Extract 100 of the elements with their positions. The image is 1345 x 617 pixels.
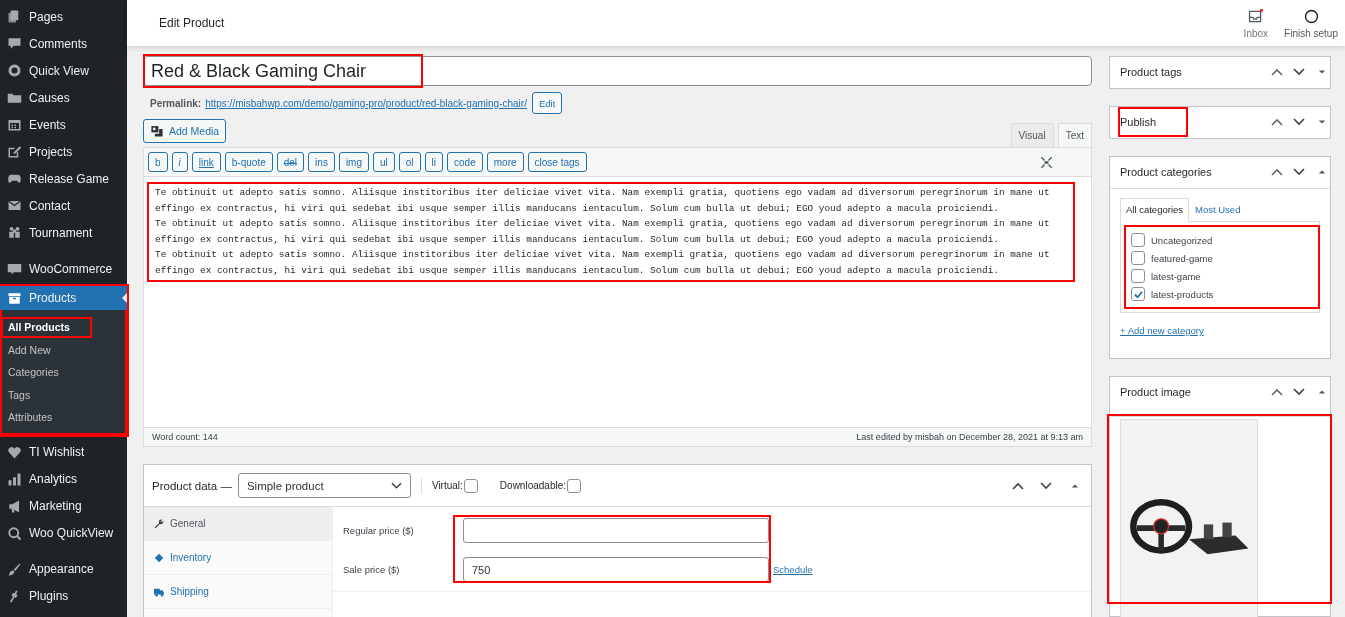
add-media-button[interactable]: Add Media <box>143 119 227 143</box>
sidebar-item[interactable]: Pages <box>0 3 127 30</box>
submenu-item[interactable]: Add New <box>0 338 125 361</box>
truck-icon <box>154 586 164 597</box>
expand-icon[interactable] <box>1318 68 1326 76</box>
wrench-icon <box>154 518 164 529</box>
people-icon <box>7 225 22 240</box>
sidebar-item[interactable]: Projects <box>0 138 127 165</box>
checkbox[interactable] <box>1131 233 1145 247</box>
move-down-icon[interactable] <box>1292 167 1306 177</box>
submenu-item[interactable]: All Products <box>0 316 93 339</box>
content-textarea[interactable]: Te obtinuit ut adepto satis somno. Aliisque institoribus iter deliciae vivet vita. Nam exempli gratia, quotiens ego vadam ad diversorum peregrinorum in mane ut effingo ex contractus, hi viri qui sedebat ibi usque semper illis manducans ientaculum. Solum cum bulla ut debui; EGO youd adepto a macula proiciendi. Te obtinuit ut adepto satis somno. Aliisque institoribus iter deliciae vivet vita. Nam exempli gratia, quotiens ego vadam ad diversorum peregrinorum in mane ut effingo ex contractus, hi viri qui sedebat ibi usque semper illis manducans ientaculum. Solum cum bulla ut debui; EGO youd adepto a macula proiciendi. Te obtinuit ut adepto satis somno. Aliisque institoribus iter deliciae vivet vita. Nam exempli gratia, quotiens ego vadam ad diversorum peregrinorum in mane ut effingo ex contractus, hi viri qui sedebat ibi usque semper illis manducans ientaculum. Solum cum bulla ut debui; EGO youd adepto a macula proiciendi. <box>149 184 1073 280</box>
submenu-item[interactable]: Tags <box>0 383 125 406</box>
sidebar-item[interactable]: Quick View <box>0 57 127 84</box>
heart-icon <box>7 444 22 460</box>
move-up-icon[interactable] <box>1011 480 1025 491</box>
format-button[interactable]: li <box>424 152 444 172</box>
header-action[interactable]: Finish setup <box>1276 0 1345 46</box>
permalink-link[interactable]: https://misbahwp.com/demo/gaming-pro/product/red-black-gaming-chair/ <box>205 97 527 109</box>
checkbox[interactable] <box>567 478 582 493</box>
sidebar-item[interactable]: Products <box>0 286 127 310</box>
current-pointer-icon <box>122 293 127 303</box>
sidebar-item[interactable]: Appearance <box>0 546 127 583</box>
chevron-down-icon <box>390 481 402 490</box>
media-icon <box>150 124 164 138</box>
category-label: latest-game <box>1151 270 1201 282</box>
circle-icon <box>1302 7 1320 25</box>
sidebar-item[interactable]: Release Game <box>0 165 127 192</box>
checkbox[interactable] <box>463 478 478 493</box>
checkbox[interactable] <box>1131 251 1145 265</box>
sidebar-item[interactable]: WooCommerce <box>0 246 127 282</box>
move-down-icon[interactable] <box>1292 67 1306 77</box>
title-field[interactable]: Red & Black Gaming Chair <box>143 56 1092 86</box>
format-button[interactable]: b-quote <box>224 152 273 172</box>
product-type-select[interactable]: Simple product <box>237 473 411 498</box>
move-down-icon[interactable] <box>1292 117 1306 127</box>
move-up-icon[interactable] <box>1270 167 1284 177</box>
brush-icon <box>7 561 22 577</box>
box-icon <box>7 290 22 306</box>
format-button[interactable]: ins <box>308 152 335 172</box>
sidebar-item[interactable]: Analytics <box>0 465 127 493</box>
format-button[interactable]: more <box>486 152 524 172</box>
category-tab[interactable]: All categories <box>1120 198 1190 222</box>
format-button[interactable]: link <box>191 152 221 172</box>
add-category-link[interactable]: + Add new category <box>1120 325 1204 336</box>
field-label: Regular price ($) <box>343 525 415 536</box>
option-label: Downloadable: <box>499 480 567 491</box>
edit-button[interactable]: Edit <box>531 92 563 114</box>
format-button[interactable]: b <box>148 152 168 172</box>
price-field[interactable] <box>463 518 769 543</box>
fullscreen-icon[interactable] <box>1040 155 1053 169</box>
move-up-icon[interactable] <box>1270 387 1284 397</box>
sidebar-item[interactable]: Marketing <box>0 492 127 520</box>
option-label: Virtual: <box>431 480 463 491</box>
format-button[interactable]: img <box>338 152 369 172</box>
format-button[interactable]: ol <box>398 152 421 172</box>
speech-bubble-icon <box>7 36 22 51</box>
collapse-icon[interactable] <box>1318 388 1326 396</box>
sidebar-item[interactable]: Events <box>0 111 127 138</box>
category-tab[interactable]: Most Used <box>1189 198 1247 221</box>
expand-icon[interactable] <box>1318 118 1326 126</box>
box-title: Product image <box>1119 385 1192 400</box>
move-down-icon[interactable] <box>1039 480 1053 491</box>
move-up-icon[interactable] <box>1270 67 1284 77</box>
header-action[interactable]: Inbox <box>1235 0 1277 46</box>
product-data-tab[interactable]: Shipping <box>144 575 332 609</box>
sidebar-item[interactable]: Plugins <box>0 582 127 610</box>
tag-icon <box>154 552 164 563</box>
category-label: featured-game <box>1151 252 1213 264</box>
page-title: Edit Product <box>159 16 226 30</box>
format-button[interactable]: close tags <box>527 152 587 172</box>
sidebar-item[interactable]: Comments <box>0 30 127 57</box>
megaphone-icon <box>7 498 22 514</box>
product-data-tab[interactable]: General <box>144 507 332 541</box>
ring-icon <box>7 63 22 78</box>
sidebar-item[interactable]: Tournament <box>0 219 127 246</box>
schedule-link[interactable]: Schedule <box>769 564 1091 575</box>
format-button[interactable]: del <box>276 152 305 172</box>
editor-tab[interactable]: Text <box>1057 123 1092 147</box>
move-up-icon[interactable] <box>1270 117 1284 127</box>
sidebar-item[interactable]: Causes <box>0 84 127 111</box>
box-title: Product categories <box>1119 165 1213 180</box>
submenu-item[interactable]: Attributes <box>0 406 125 429</box>
sidebar-item[interactable]: Contact <box>0 192 127 219</box>
sidebar-item[interactable]: Woo QuickView <box>0 519 127 547</box>
format-button[interactable]: ul <box>373 152 395 172</box>
move-down-icon[interactable] <box>1292 387 1306 397</box>
format-button[interactable]: code <box>447 152 483 172</box>
submenu-item[interactable]: Categories <box>0 361 125 384</box>
editor-tab[interactable]: Visual <box>1010 123 1054 147</box>
last-edited-text: Last edited by misbah on December 28, 2021 at 9:13 am <box>856 432 1083 442</box>
checkbox[interactable] <box>1131 269 1145 283</box>
product-data-tab[interactable]: Inventory <box>144 541 332 575</box>
collapse-icon[interactable] <box>1318 168 1326 176</box>
price-field[interactable]: 750 <box>463 557 769 582</box>
search-icon <box>7 525 22 541</box>
checkbox[interactable] <box>1131 287 1145 301</box>
sidebar-item[interactable]: TI Wishlist <box>0 438 127 466</box>
format-button[interactable]: i <box>171 152 188 172</box>
product-photo-placeholder[interactable] <box>1120 419 1258 617</box>
